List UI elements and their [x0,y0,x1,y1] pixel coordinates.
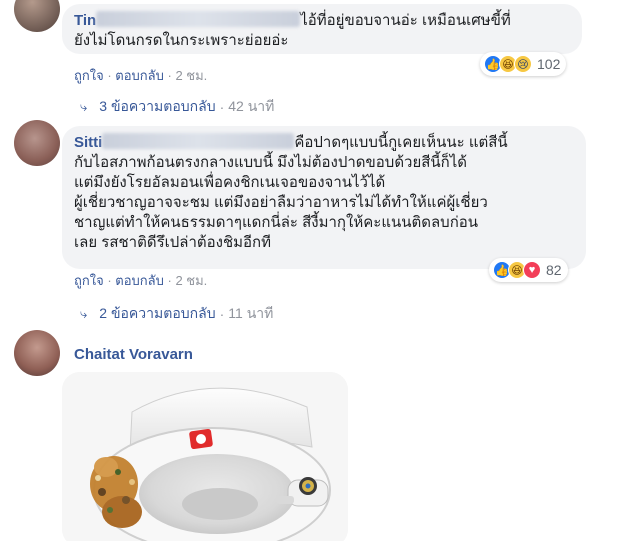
separator: · [163,273,176,288]
commenter-avatar[interactable] [14,330,60,376]
comment-author-name[interactable]: Chaitat Voravarn [74,346,193,363]
comment-timestamp[interactable]: 2 ชม. [175,273,207,288]
commenter-avatar[interactable] [14,120,60,166]
comment-actions: ถูกใจ · ตอบกลับ · 2 ชม. [74,270,207,291]
redacted-name [102,133,295,149]
separator: · [103,68,116,83]
view-replies-link[interactable]: ⤷ 2 ข้อความตอบกลับ · 11 นาที [80,303,273,325]
reply-arrow-icon: ⤷ [80,306,88,321]
replies-count-label[interactable]: 2 ข้อความตอบกลับ [99,303,215,325]
comment-bubble: Tin ไอ้ที่อยู่ขอบจานอ่ะ เหมือนเศษขี้ที่ ย… [62,4,582,54]
view-replies-link[interactable]: ⤷ 3 ข้อความตอบกลับ · 42 นาที [80,96,274,118]
toilet-bidet-image [62,372,348,541]
reaction-count: 82 [546,262,562,278]
sad-icon: 😢 [514,55,532,73]
reaction-count: 102 [537,56,561,72]
reaction-summary[interactable]: 👍 😆 ♥ 82 [489,258,568,282]
replies-timestamp: 11 นาที [228,305,274,321]
like-link[interactable]: ถูกใจ [74,68,104,83]
separator: · [163,68,176,83]
comment-author-name[interactable]: Tin [74,12,96,29]
comment-bubble: Sitti คือปาดๆแบบนี้กูเคยเห็นนะ แต่สีนี้ ก… [62,126,586,269]
commenter-avatar[interactable] [14,0,60,32]
reaction-summary[interactable]: 👍 😆 😢 102 [480,52,567,76]
love-icon: ♥ [523,261,541,279]
reply-arrow-icon: ⤷ [80,99,88,114]
comment-author-name[interactable]: Sitti [74,134,102,151]
replies-timestamp: 42 นาที [228,98,275,114]
comment-text: คือปาดๆแบบนี้กูเคยเห็นนะ แต่สีนี้ กับไอส… [74,134,508,251]
comment-actions: ถูกใจ · ตอบกลับ · 2 ชม. [74,65,207,86]
comment-photo[interactable] [62,372,348,541]
replies-count-label[interactable]: 3 ข้อความตอบกลับ [99,96,215,118]
like-link[interactable]: ถูกใจ [74,273,104,288]
separator: · [219,306,225,322]
separator: · [219,99,225,115]
reply-link[interactable]: ตอบกลับ [115,68,164,83]
comment-timestamp[interactable]: 2 ชม. [175,68,207,83]
redacted-name [96,11,301,27]
reply-link[interactable]: ตอบกลับ [115,273,164,288]
separator: · [103,273,116,288]
